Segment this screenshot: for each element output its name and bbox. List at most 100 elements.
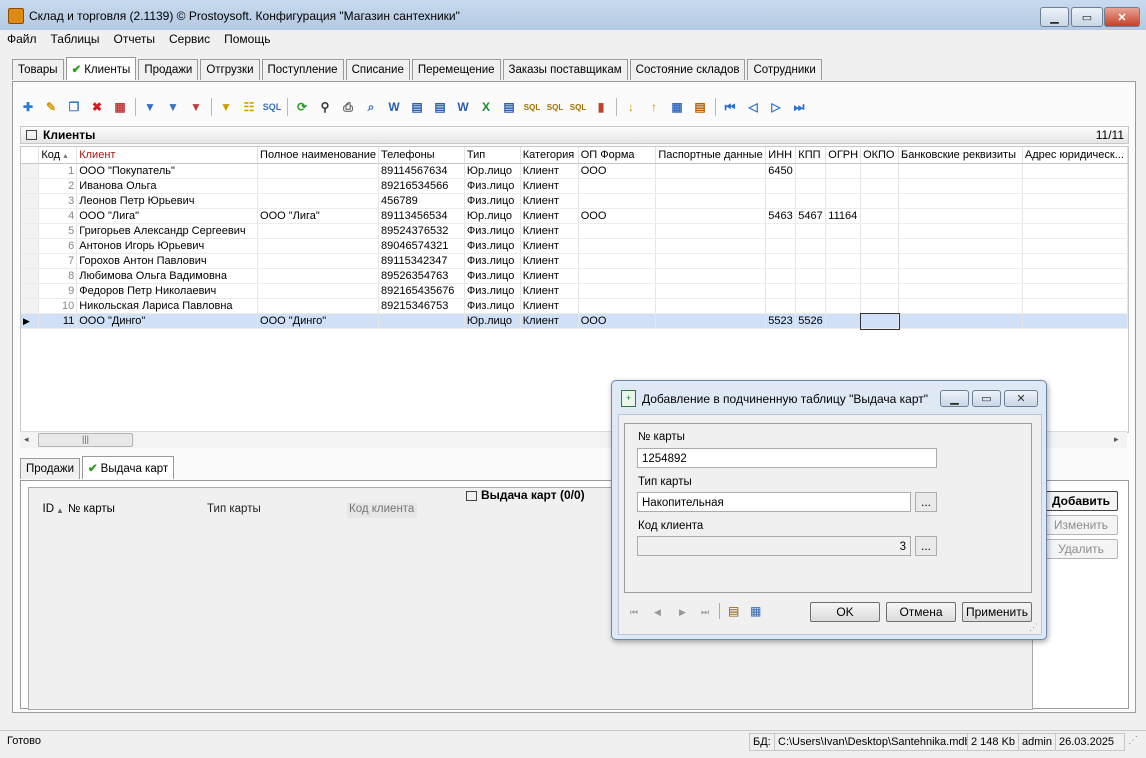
- table-cell[interactable]: ООО "Лига": [76, 208, 259, 224]
- table-cell[interactable]: Клиент: [520, 208, 579, 224]
- column-header[interactable]: Паспортные данные: [655, 147, 767, 164]
- scroll-left-icon[interactable]: ◂: [24, 434, 29, 445]
- table-cell[interactable]: [860, 238, 900, 254]
- column-header[interactable]: ОП Форма: [578, 147, 657, 164]
- table-cell[interactable]: [257, 268, 380, 284]
- dialog-prev-icon[interactable]: ◀: [654, 607, 661, 618]
- table-cell[interactable]: [257, 298, 380, 314]
- table-cell[interactable]: Физ.лицо: [464, 193, 521, 209]
- table-cell[interactable]: 89115342347: [378, 253, 465, 269]
- table-cell[interactable]: [655, 238, 767, 254]
- table-cell[interactable]: Федоров Петр Николаевич: [76, 283, 259, 299]
- table-cell[interactable]: Григорьев Александр Сергеевич: [76, 223, 259, 239]
- menu-reports[interactable]: Отчеты: [107, 30, 162, 48]
- table-cell[interactable]: [898, 253, 1023, 269]
- tab-shipments[interactable]: Отгрузки: [200, 59, 260, 80]
- table-cell[interactable]: 3: [38, 193, 78, 209]
- table-cell[interactable]: [578, 223, 657, 239]
- table-cell[interactable]: [578, 193, 657, 209]
- table-cell[interactable]: Физ.лицо: [464, 223, 521, 239]
- column-header[interactable]: Банковские реквизиты: [898, 147, 1023, 164]
- card-type-field[interactable]: Накопительная: [637, 492, 911, 512]
- table-cell[interactable]: 11: [38, 313, 78, 329]
- table-cell[interactable]: ООО: [578, 163, 657, 179]
- dialog-minimize-button[interactable]: ▁: [940, 390, 969, 407]
- table-cell[interactable]: [860, 223, 900, 239]
- card-type-lookup-button[interactable]: ...: [915, 492, 937, 512]
- group-icon[interactable]: ☷: [240, 98, 258, 116]
- column-header[interactable]: Телефоны: [378, 147, 465, 164]
- table-cell[interactable]: [257, 178, 380, 194]
- table-cell[interactable]: [795, 193, 827, 209]
- table-cell[interactable]: [795, 283, 827, 299]
- table-cell[interactable]: [1022, 163, 1129, 179]
- sql-icon[interactable]: SQL: [263, 98, 282, 116]
- table-cell[interactable]: 89114567634: [378, 163, 465, 179]
- column-header[interactable]: ОКПО: [860, 147, 900, 164]
- table-cell[interactable]: [825, 223, 862, 239]
- table-cell[interactable]: ООО "Динго": [76, 313, 259, 329]
- table-cell[interactable]: [860, 193, 900, 209]
- table-row[interactable]: 2 Иванова Ольга 89216534566 Физ.лицо Клиент: [21, 178, 1129, 194]
- table-cell[interactable]: [765, 178, 797, 194]
- table-cell[interactable]: ООО "Динго": [257, 313, 380, 329]
- table-cell[interactable]: [1022, 208, 1129, 224]
- table-cell[interactable]: [257, 283, 380, 299]
- row-indicator[interactable]: [21, 178, 40, 194]
- table-cell[interactable]: [898, 298, 1023, 314]
- table-cell[interactable]: 7: [38, 253, 78, 269]
- tab-clients[interactable]: ✔ Клиенты: [65, 57, 137, 80]
- table-cell[interactable]: [898, 223, 1023, 239]
- table-cell[interactable]: 4: [38, 208, 78, 224]
- dialog-card-edit-icon[interactable]: ▤: [728, 604, 739, 618]
- menu-service[interactable]: Сервис: [162, 30, 217, 48]
- table-cell[interactable]: [825, 178, 862, 194]
- table-cell[interactable]: [765, 238, 797, 254]
- table-cell[interactable]: Клиент: [520, 313, 579, 329]
- table-cell[interactable]: [898, 268, 1023, 284]
- tab-goods[interactable]: Товары: [12, 59, 64, 80]
- table-cell[interactable]: [898, 238, 1023, 254]
- table-cell[interactable]: 89113456534: [378, 208, 465, 224]
- table-cell[interactable]: Клиент: [520, 283, 579, 299]
- table-cell[interactable]: 5526: [795, 313, 827, 329]
- tab-writeoff[interactable]: Списание: [345, 59, 410, 80]
- table-cell[interactable]: [825, 268, 862, 284]
- table-cell[interactable]: [655, 298, 767, 314]
- table-cell[interactable]: ООО: [578, 313, 657, 329]
- table-cell[interactable]: [655, 268, 767, 284]
- table-cell[interactable]: [655, 253, 767, 269]
- chart-icon[interactable]: ▮: [592, 98, 610, 116]
- table-cell[interactable]: [578, 268, 657, 284]
- tab-employees[interactable]: Сотрудники: [747, 59, 822, 80]
- minimize-button[interactable]: ▁: [1040, 7, 1069, 27]
- table-cell[interactable]: 6450: [765, 163, 797, 179]
- cancel-button[interactable]: Отмена: [886, 602, 956, 622]
- table-row[interactable]: 4 ООО "Лига" ООО "Лига" 89113456534 Юр.лицо К…: [21, 208, 1129, 224]
- table-cell[interactable]: [860, 253, 900, 269]
- column-header[interactable]: Клиент: [76, 147, 259, 164]
- tab-warehouse-state[interactable]: Состояние складов: [629, 59, 746, 80]
- table-cell[interactable]: [655, 208, 767, 224]
- table-cell[interactable]: ООО "Покупатель": [76, 163, 259, 179]
- table-cell[interactable]: Клиент: [520, 193, 579, 209]
- menu-file[interactable]: Файл: [0, 30, 44, 48]
- filter-advanced-icon[interactable]: ▼: [217, 98, 235, 116]
- table-cell[interactable]: Юр.лицо: [464, 313, 521, 329]
- row-indicator[interactable]: [21, 238, 40, 254]
- table-cell[interactable]: 6: [38, 238, 78, 254]
- table-cell[interactable]: [578, 178, 657, 194]
- table-cell[interactable]: [860, 178, 900, 194]
- table-cell[interactable]: [860, 283, 900, 299]
- table-row[interactable]: ▶ 11 ООО "Динго" ООО "Динго" Юр.лицо Клиент ОО…: [21, 312, 1129, 330]
- table-cell[interactable]: [765, 298, 797, 314]
- table-cell[interactable]: [795, 298, 827, 314]
- table-cell[interactable]: 892165435676: [378, 283, 465, 299]
- table-cell[interactable]: 5467: [795, 208, 827, 224]
- dialog-first-icon[interactable]: ⏮: [630, 607, 638, 618]
- refresh-icon[interactable]: ⟳: [293, 98, 311, 116]
- export-html-icon[interactable]: ▤: [431, 98, 449, 116]
- table-cell[interactable]: [257, 163, 380, 179]
- dialog-next-icon[interactable]: ▶: [679, 607, 686, 618]
- table-cell[interactable]: Клиент: [520, 253, 579, 269]
